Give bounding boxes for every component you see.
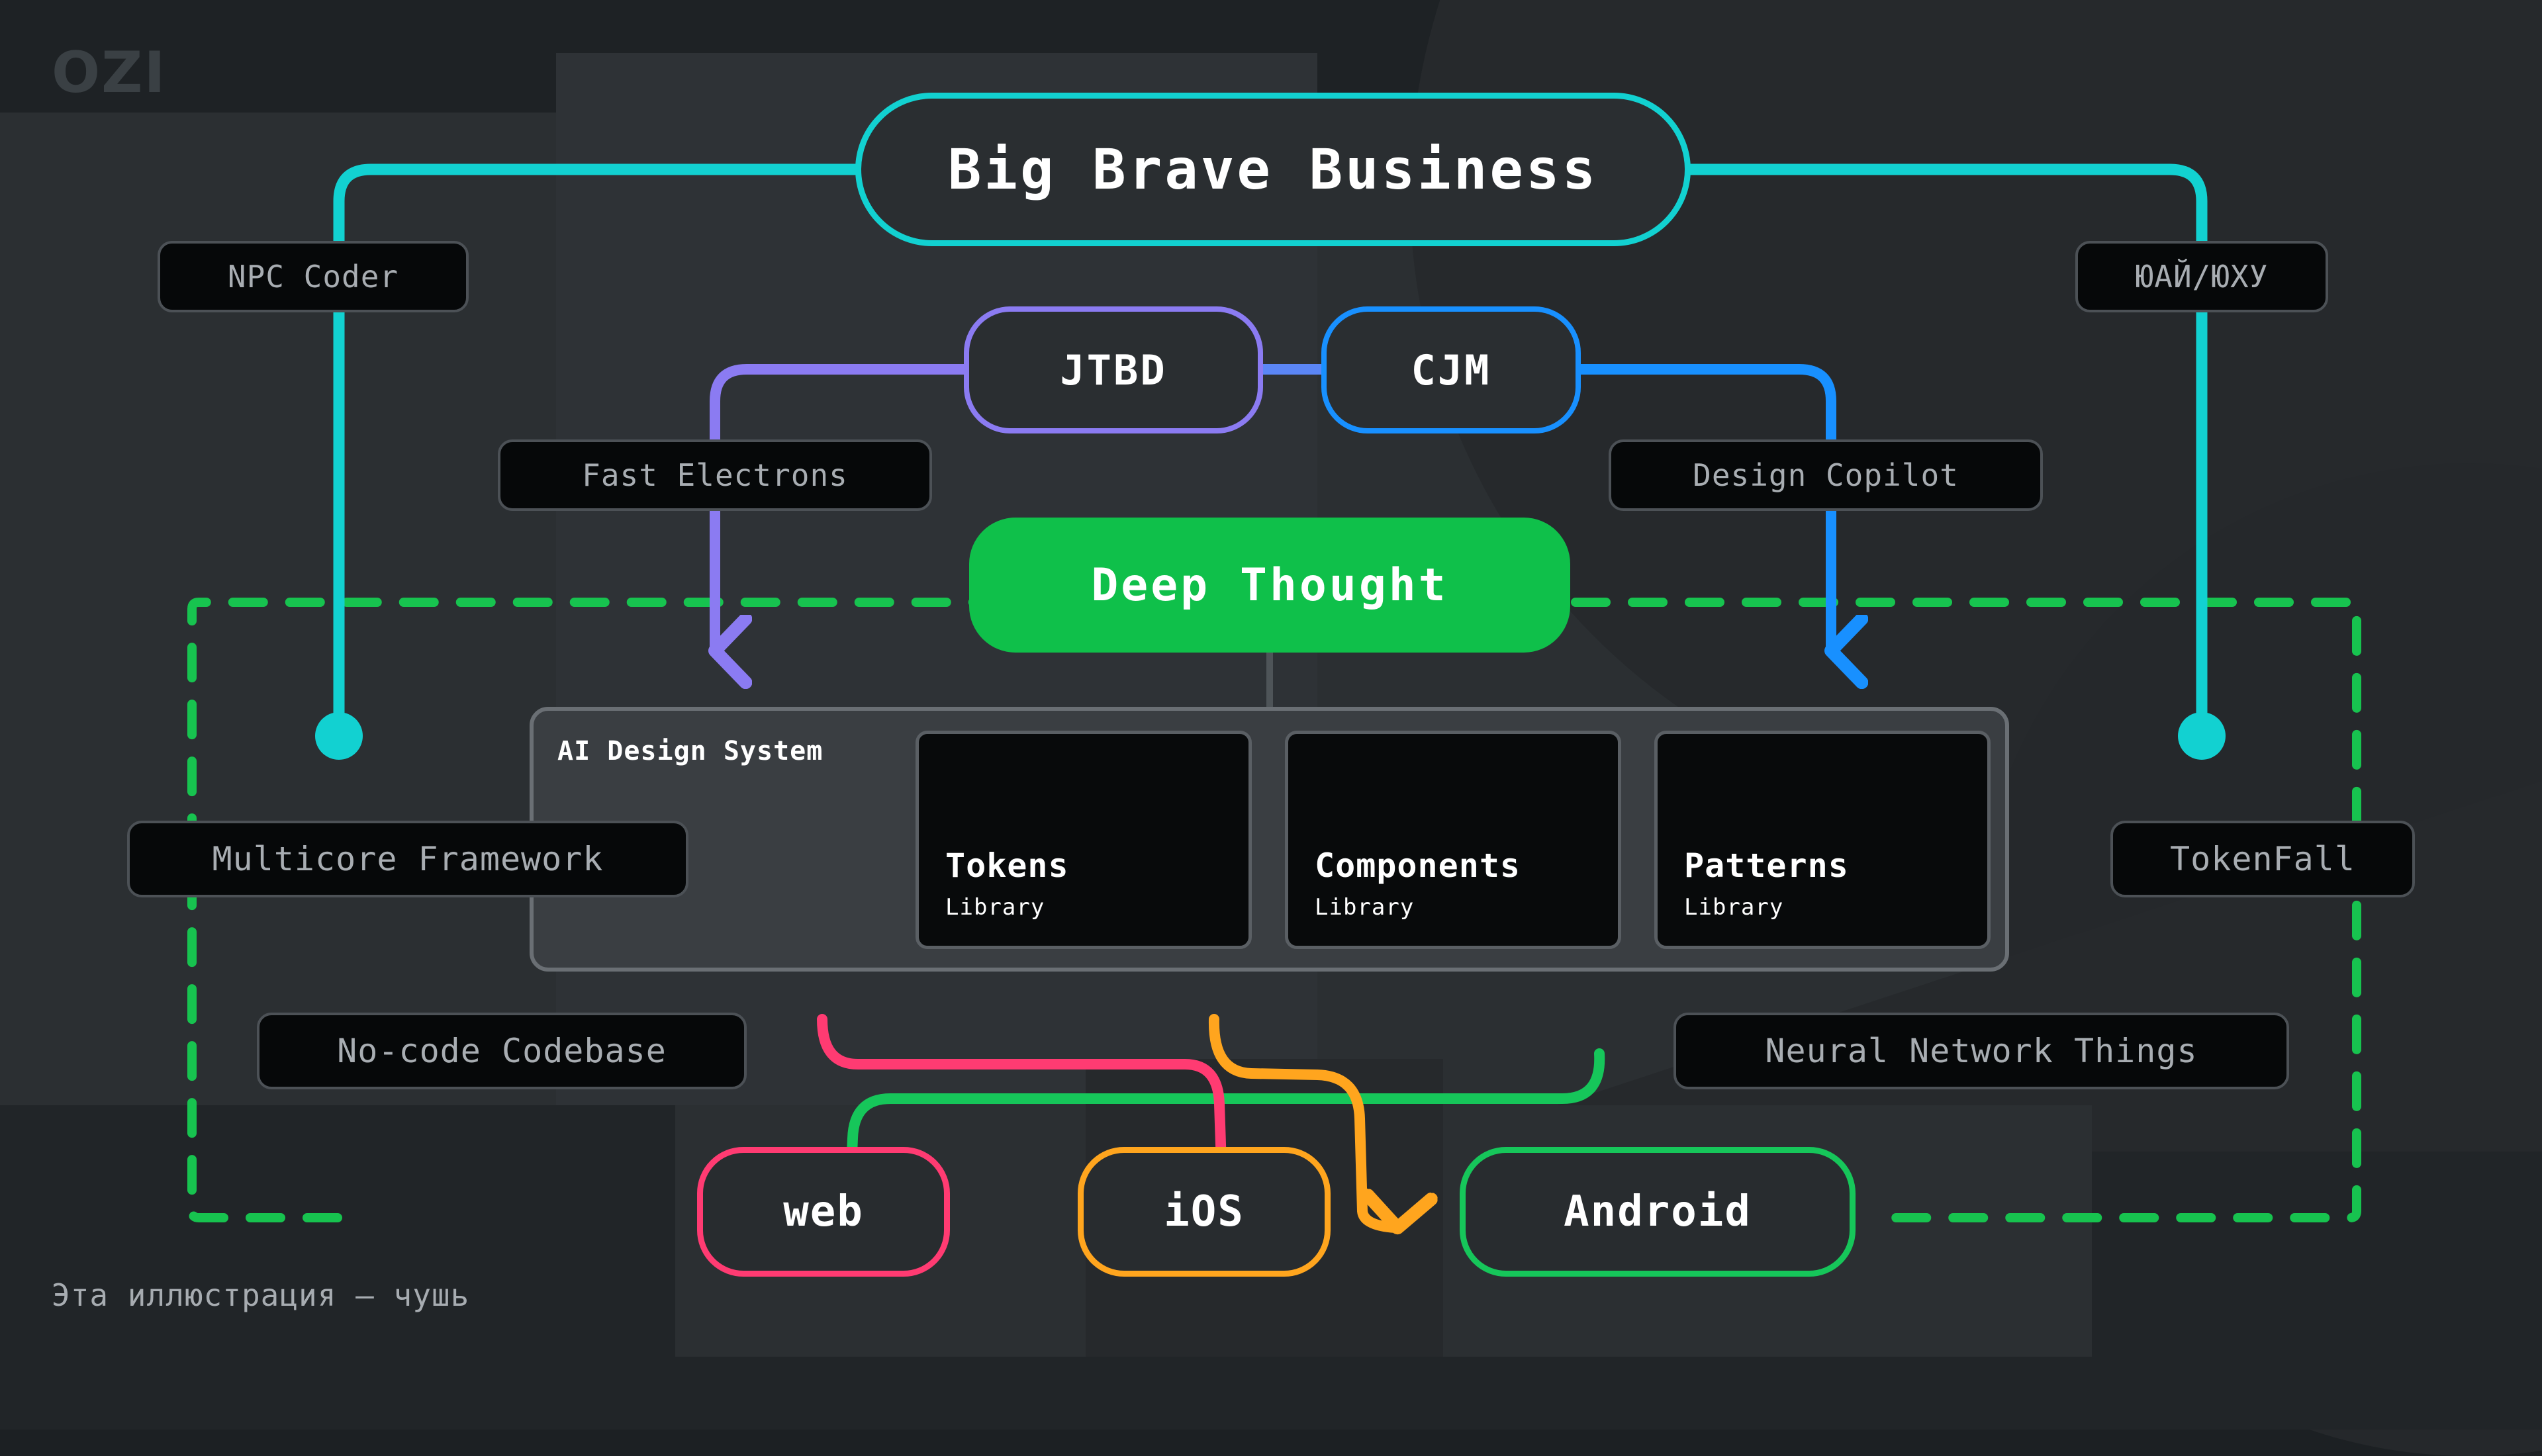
card-patterns[interactable]: Patterns Library — [1654, 731, 1991, 949]
node-platform-web[interactable]: web — [697, 1147, 950, 1277]
link-endpoint-dot-left — [315, 712, 363, 760]
card-tokens-name: Tokens — [945, 846, 1069, 885]
footer-caption: Эта иллюстрация — чушь — [52, 1277, 470, 1313]
node-cjm[interactable]: CJM — [1321, 306, 1581, 433]
node-web-label: web — [783, 1187, 864, 1236]
node-root-label: Big Brave Business — [947, 137, 1599, 202]
card-patterns-sub: Library — [1684, 894, 1784, 921]
chip-yuay-yuhu-label: ЮАЙ/ЮХУ — [2135, 259, 2269, 295]
chip-multicore-framework-label: Multicore Framework — [212, 840, 604, 878]
node-big-brave-business[interactable]: Big Brave Business — [855, 93, 1691, 246]
card-tokens-sub: Library — [945, 894, 1045, 921]
card-components[interactable]: Components Library — [1285, 731, 1621, 949]
chip-tokenfall-label: TokenFall — [2170, 840, 2355, 878]
chip-no-code-codebase-label: No-code Codebase — [337, 1032, 667, 1070]
chip-no-code-codebase[interactable]: No-code Codebase — [257, 1013, 747, 1089]
card-patterns-name: Patterns — [1684, 846, 1849, 885]
node-cjm-label: CJM — [1411, 345, 1491, 394]
chip-design-copilot[interactable]: Design Copilot — [1609, 439, 2043, 511]
chip-neural-network-things-label: Neural Network Things — [1765, 1032, 2198, 1070]
chip-multicore-framework[interactable]: Multicore Framework — [127, 821, 688, 897]
ai-design-system-title: AI Design System — [557, 736, 824, 766]
node-platform-android[interactable]: Android — [1460, 1147, 1856, 1277]
chip-yuay-yuhu[interactable]: ЮАЙ/ЮХУ — [2075, 241, 2328, 312]
node-deep-thought[interactable]: Deep Thought — [969, 518, 1570, 653]
chip-design-copilot-label: Design Copilot — [1693, 457, 1959, 493]
node-deep-thought-label: Deep Thought — [1091, 559, 1448, 612]
card-tokens[interactable]: Tokens Library — [916, 731, 1252, 949]
card-components-sub: Library — [1315, 894, 1415, 921]
link-endpoint-dot-right — [2178, 712, 2226, 760]
chip-fast-electrons[interactable]: Fast Electrons — [498, 439, 932, 511]
chip-fast-electrons-label: Fast Electrons — [582, 457, 848, 493]
card-components-name: Components — [1315, 846, 1521, 885]
chip-tokenfall[interactable]: TokenFall — [2110, 821, 2415, 897]
chip-npc-coder-label: NPC Coder — [227, 259, 399, 295]
node-ios-label: iOS — [1164, 1187, 1245, 1236]
chip-neural-network-things[interactable]: Neural Network Things — [1673, 1013, 2289, 1089]
chip-npc-coder[interactable]: NPC Coder — [158, 241, 469, 312]
node-jtbd[interactable]: JTBD — [964, 306, 1263, 433]
node-jtbd-label: JTBD — [1060, 345, 1167, 394]
node-android-label: Android — [1564, 1187, 1752, 1236]
diagram-canvas: OZI Big Brave Business JTBD CJM Deep Tho… — [0, 0, 2542, 1456]
node-platform-ios[interactable]: iOS — [1078, 1147, 1331, 1277]
